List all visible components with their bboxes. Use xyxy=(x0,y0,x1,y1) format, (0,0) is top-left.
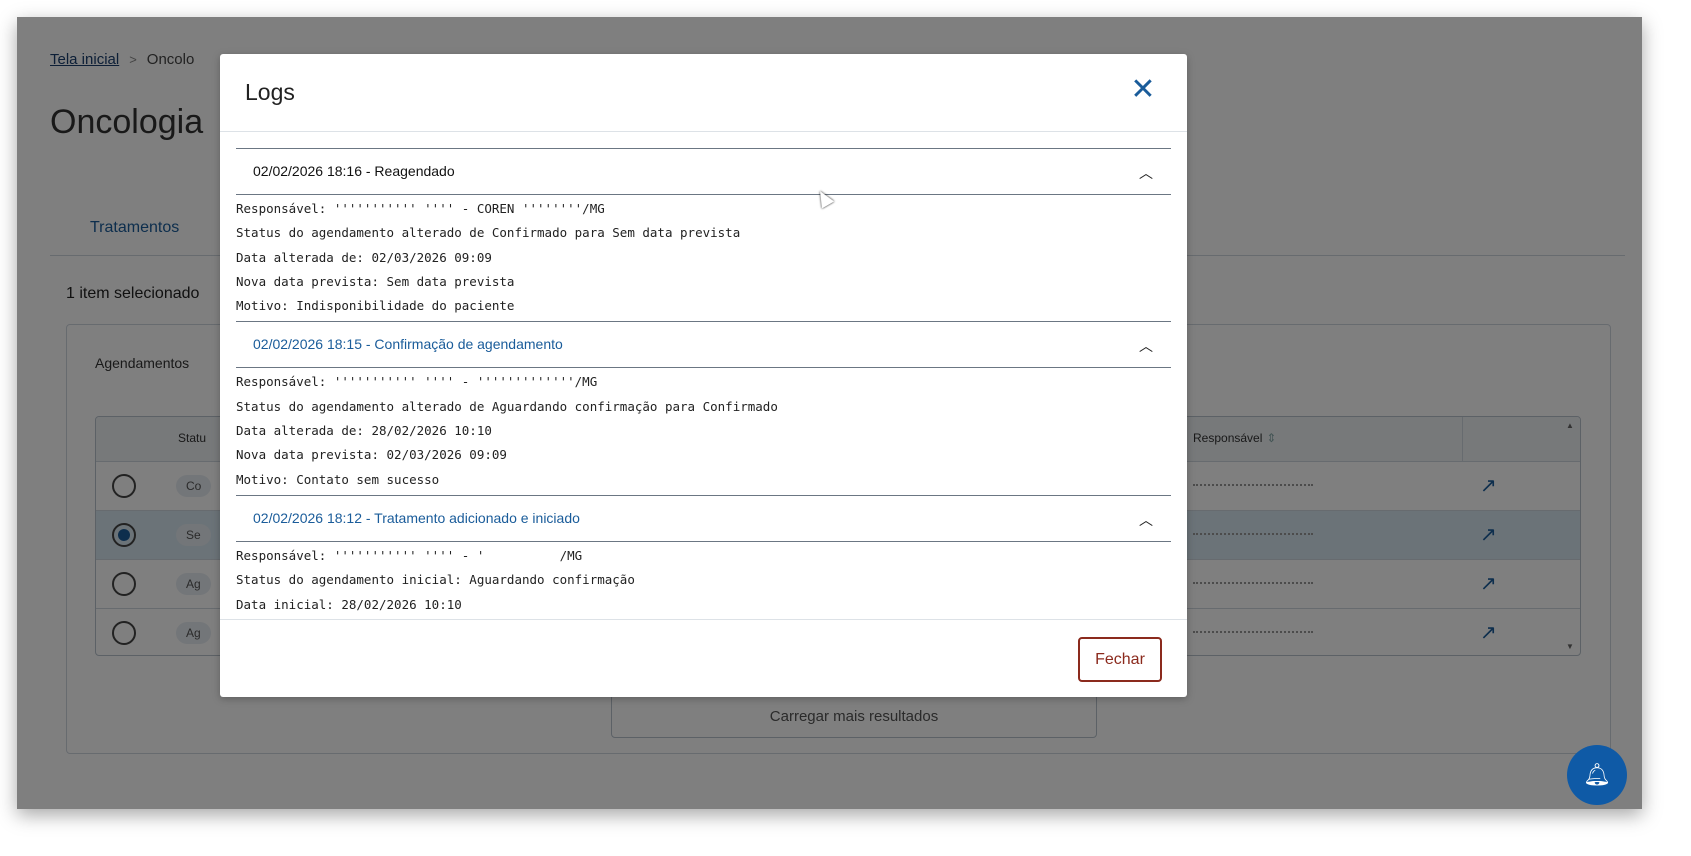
logs-dialog: Logs ✕ 02/02/2026 18:16 - Reagendado ︿ R… xyxy=(220,54,1187,697)
log-line: Responsável: ''''''''''' '''' - COREN ''… xyxy=(236,201,605,216)
log-line: Nova data prevista: 02/03/2026 09:09 xyxy=(236,447,507,463)
log-entry-title: 02/02/2026 18:16 - Reagendado xyxy=(253,163,455,179)
app-screen: Tela inicial > Oncolo Oncologia Tratamen… xyxy=(17,17,1642,809)
close-icon[interactable]: ✕ xyxy=(1129,75,1157,105)
dialog-title: Logs xyxy=(245,79,295,105)
log-line: Responsável: ''''''''''' '''' - ''''''''… xyxy=(236,374,598,390)
log-entry-header[interactable]: 02/02/2026 18:12 - Tratamento adicionado… xyxy=(236,496,1171,542)
log-line: Nova data prevista: Sem data prevista xyxy=(236,273,515,289)
chevron-up-icon[interactable]: ︿ xyxy=(1139,163,1153,183)
log-line: Data alterada de: 28/02/2026 10:10 xyxy=(236,423,492,439)
notification-bell-icon[interactable]: 🔔︎ xyxy=(1567,745,1627,805)
log-line: Status do agendamento alterado de Confir… xyxy=(236,225,741,241)
log-line: Data inicial: 28/02/2026 10:10 xyxy=(236,596,462,612)
close-button[interactable]: Fechar xyxy=(1078,637,1162,682)
log-entry-header[interactable]: 02/02/2026 18:15 - Confirmação de agenda… xyxy=(236,322,1171,369)
log-entry-details: Responsável: ''''''''''' '''' - ''''''''… xyxy=(236,368,1171,494)
log-entry-details: Responsável: ''''''''''' '''' - COREN ''… xyxy=(236,195,1171,321)
log-entry-title: 02/02/2026 18:15 - Confirmação de agenda… xyxy=(253,336,563,353)
log-entry: 02/02/2026 18:16 - Reagendado ︿ Responsá… xyxy=(236,148,1171,321)
log-entry: 02/02/2026 18:15 - Confirmação de agenda… xyxy=(236,321,1171,494)
dialog-header: Logs ✕ xyxy=(220,54,1187,132)
log-entry-header[interactable]: 02/02/2026 18:16 - Reagendado ︿ xyxy=(236,149,1171,195)
log-entry-details: Responsável: ''''''''''' '''' - ' /MG St… xyxy=(236,542,1171,620)
chevron-up-icon[interactable]: ︿ xyxy=(1139,510,1153,530)
log-line: Data alterada de: 02/03/2026 09:09 xyxy=(236,249,492,265)
log-entry-title: 02/02/2026 18:12 - Tratamento adicionado… xyxy=(253,509,580,526)
chevron-up-icon[interactable]: ︿ xyxy=(1139,336,1153,356)
log-entry: 02/02/2026 18:12 - Tratamento adicionado… xyxy=(236,494,1171,620)
log-line: Motivo: Contato sem sucesso xyxy=(236,471,440,487)
log-line: Status do agendamento inicial: Aguardand… xyxy=(236,572,635,588)
dialog-footer: Fechar xyxy=(220,619,1187,697)
log-line: Motivo: Indisponibilidade do paciente xyxy=(236,298,515,314)
logs-list[interactable]: 02/02/2026 18:16 - Reagendado ︿ Responsá… xyxy=(236,148,1171,622)
log-line: Status do agendamento alterado de Aguard… xyxy=(236,398,778,414)
log-line: Responsável: ''''''''''' '''' - ' /MG xyxy=(236,547,583,563)
